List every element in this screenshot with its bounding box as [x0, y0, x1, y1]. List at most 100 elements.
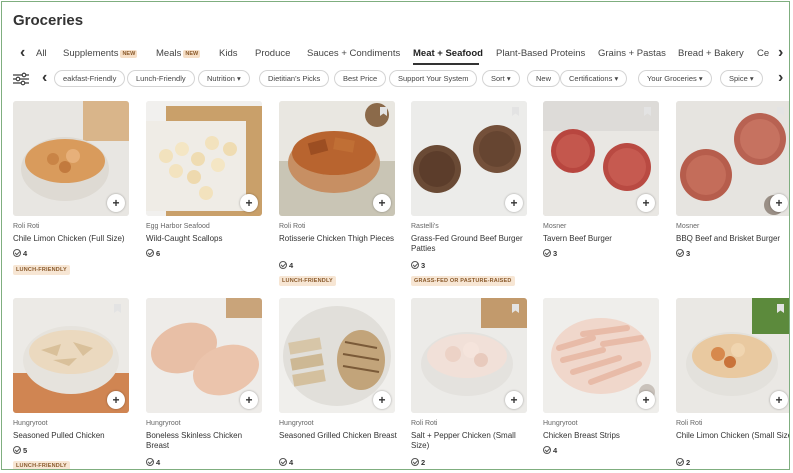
product-tag: GRASS-FED OR PASTURE-RAISED [411, 276, 515, 286]
product-image[interactable]: + [676, 101, 789, 216]
chevron-down-icon: ▾ [506, 74, 511, 83]
chevron-down-icon: ▾ [237, 74, 241, 83]
product-name[interactable]: Wild-Caught Scallops [146, 234, 266, 244]
product-rating: 3 [676, 249, 690, 258]
add-to-cart-button[interactable]: + [107, 194, 125, 212]
chip-dietitians-picks[interactable]: Dietitian's Picks [259, 70, 330, 87]
product-image[interactable]: + [543, 298, 659, 413]
product-image[interactable]: + [13, 101, 129, 216]
product-name[interactable]: Seasoned Pulled Chicken [13, 431, 133, 441]
rating-check-icon [543, 446, 551, 454]
product-brand: Mosner [543, 223, 567, 230]
page-title: Groceries [13, 12, 84, 29]
product-image[interactable]: + [146, 101, 262, 216]
add-to-cart-button[interactable]: + [240, 391, 258, 409]
rating-check-icon [543, 249, 551, 257]
product-name[interactable]: Chile Limon Chicken (Full Size) [13, 234, 133, 244]
rating-check-icon [13, 446, 21, 454]
product-rating: 2 [676, 458, 690, 467]
add-to-cart-button[interactable]: + [770, 391, 788, 409]
chips-scroll-right-icon[interactable]: › [778, 70, 783, 86]
chip-certifications[interactable]: Certifications ▾ [560, 70, 628, 87]
add-to-cart-button[interactable]: + [637, 391, 655, 409]
product-rating: 4 [146, 458, 160, 467]
product-name[interactable]: Chile Limon Chicken (Small Size) [676, 431, 789, 441]
active-tab-underline [413, 63, 479, 65]
product-name[interactable]: Chicken Breast Strips [543, 431, 663, 441]
product-name[interactable]: Rotisserie Chicken Thigh Pieces [279, 234, 399, 244]
chip-sort[interactable]: Sort ▾ [482, 70, 520, 87]
rating-check-icon [676, 458, 684, 466]
product-tag: LUNCH-FRIENDLY [13, 265, 70, 275]
tab-supplements[interactable]: Supplements NEW [63, 48, 138, 59]
product-image[interactable]: + [279, 101, 395, 216]
chip-lunch-friendly[interactable]: Lunch-Friendly [127, 70, 195, 87]
product-name[interactable]: Seasoned Grilled Chicken Breast [279, 431, 399, 441]
tab-sauces-condiments[interactable]: Sauces + Condiments [307, 48, 400, 59]
product-tag: LUNCH-FRIENDLY [13, 461, 70, 469]
product-rating: 3 [543, 249, 557, 258]
app-window: Groceries ‹ All Supplements NEW Meals NEW … [1, 1, 790, 470]
chip-spice[interactable]: Spice ▾ [720, 70, 763, 87]
product-brand: Roli Roti [279, 223, 306, 230]
product-name[interactable]: Salt + Pepper Chicken (Small Size) [411, 431, 531, 451]
chip-breakfast-friendly[interactable]: eakfast-Friendly [54, 70, 126, 87]
product-image[interactable]: + [13, 298, 129, 413]
rating-check-icon [676, 249, 684, 257]
chip-your-groceries[interactable]: Your Groceries ▾ [638, 70, 712, 87]
rating-check-icon [13, 249, 21, 257]
chip-best-price[interactable]: Best Price [334, 70, 387, 87]
product-rating: 4 [279, 261, 293, 270]
chip-nutrition[interactable]: Nutrition ▾ [198, 70, 250, 87]
tab-cereal-partial[interactable]: Ce [757, 48, 769, 59]
product-name[interactable]: Boneless Skinless Chicken Breast [146, 431, 266, 451]
chevron-down-icon: ▾ [749, 74, 754, 83]
rating-check-icon [411, 261, 419, 269]
chip-new[interactable]: New [527, 70, 561, 87]
tab-all[interactable]: All [36, 48, 47, 59]
product-image[interactable]: + [411, 298, 527, 413]
product-rating: 3 [411, 261, 425, 270]
tab-grains-pastas[interactable]: Grains + Pastas [598, 48, 666, 59]
tab-kids[interactable]: Kids [219, 48, 237, 59]
add-to-cart-button[interactable]: + [505, 391, 523, 409]
product-brand: Hungryroot [279, 420, 314, 427]
product-image[interactable]: + [543, 101, 659, 216]
product-brand: Mosner [676, 223, 700, 230]
scroll-right-icon[interactable]: › [778, 45, 783, 61]
chevron-down-icon: ▾ [698, 74, 703, 83]
chips-scroll-left-icon[interactable]: ‹ [42, 70, 47, 86]
product-name[interactable]: BBQ Beef and Brisket Burger [676, 234, 789, 244]
product-brand: Roli Roti [676, 420, 703, 427]
product-rating: 4 [279, 458, 293, 467]
product-name[interactable]: Tavern Beef Burger [543, 234, 663, 244]
add-to-cart-button[interactable]: + [107, 391, 125, 409]
category-tabs: ‹ All Supplements NEW Meals NEW Kids Produ… [2, 42, 789, 66]
chevron-down-icon: ▾ [614, 74, 619, 83]
chip-support-your-system[interactable]: Support Your System [389, 70, 478, 87]
product-brand: Rastelli's [411, 223, 439, 230]
tab-bread-bakery[interactable]: Bread + Bakery [678, 48, 744, 59]
add-to-cart-button[interactable]: + [637, 194, 655, 212]
filter-sliders-icon[interactable] [13, 72, 29, 86]
product-image[interactable]: + [676, 298, 789, 413]
product-name[interactable]: Grass-Fed Ground Beef Burger Patties [411, 234, 531, 254]
product-rating: 4 [543, 446, 557, 455]
product-rating: 5 [13, 446, 27, 455]
product-image[interactable]: + [411, 101, 527, 216]
add-to-cart-button[interactable]: + [373, 194, 391, 212]
add-to-cart-button[interactable]: + [373, 391, 391, 409]
tab-meals[interactable]: Meals NEW [156, 48, 201, 59]
tab-plant-based-proteins[interactable]: Plant-Based Proteins [496, 48, 585, 59]
add-to-cart-button[interactable]: + [770, 194, 788, 212]
scroll-left-icon[interactable]: ‹ [20, 45, 25, 61]
product-image[interactable]: + [146, 298, 262, 413]
add-to-cart-button[interactable]: + [505, 194, 523, 212]
tab-meat-seafood[interactable]: Meat + Seafood [413, 48, 483, 59]
rating-check-icon [146, 249, 154, 257]
new-badge: NEW [183, 50, 201, 58]
product-rating: 6 [146, 249, 160, 258]
product-image[interactable]: + [279, 298, 395, 413]
tab-produce[interactable]: Produce [255, 48, 290, 59]
add-to-cart-button[interactable]: + [240, 194, 258, 212]
